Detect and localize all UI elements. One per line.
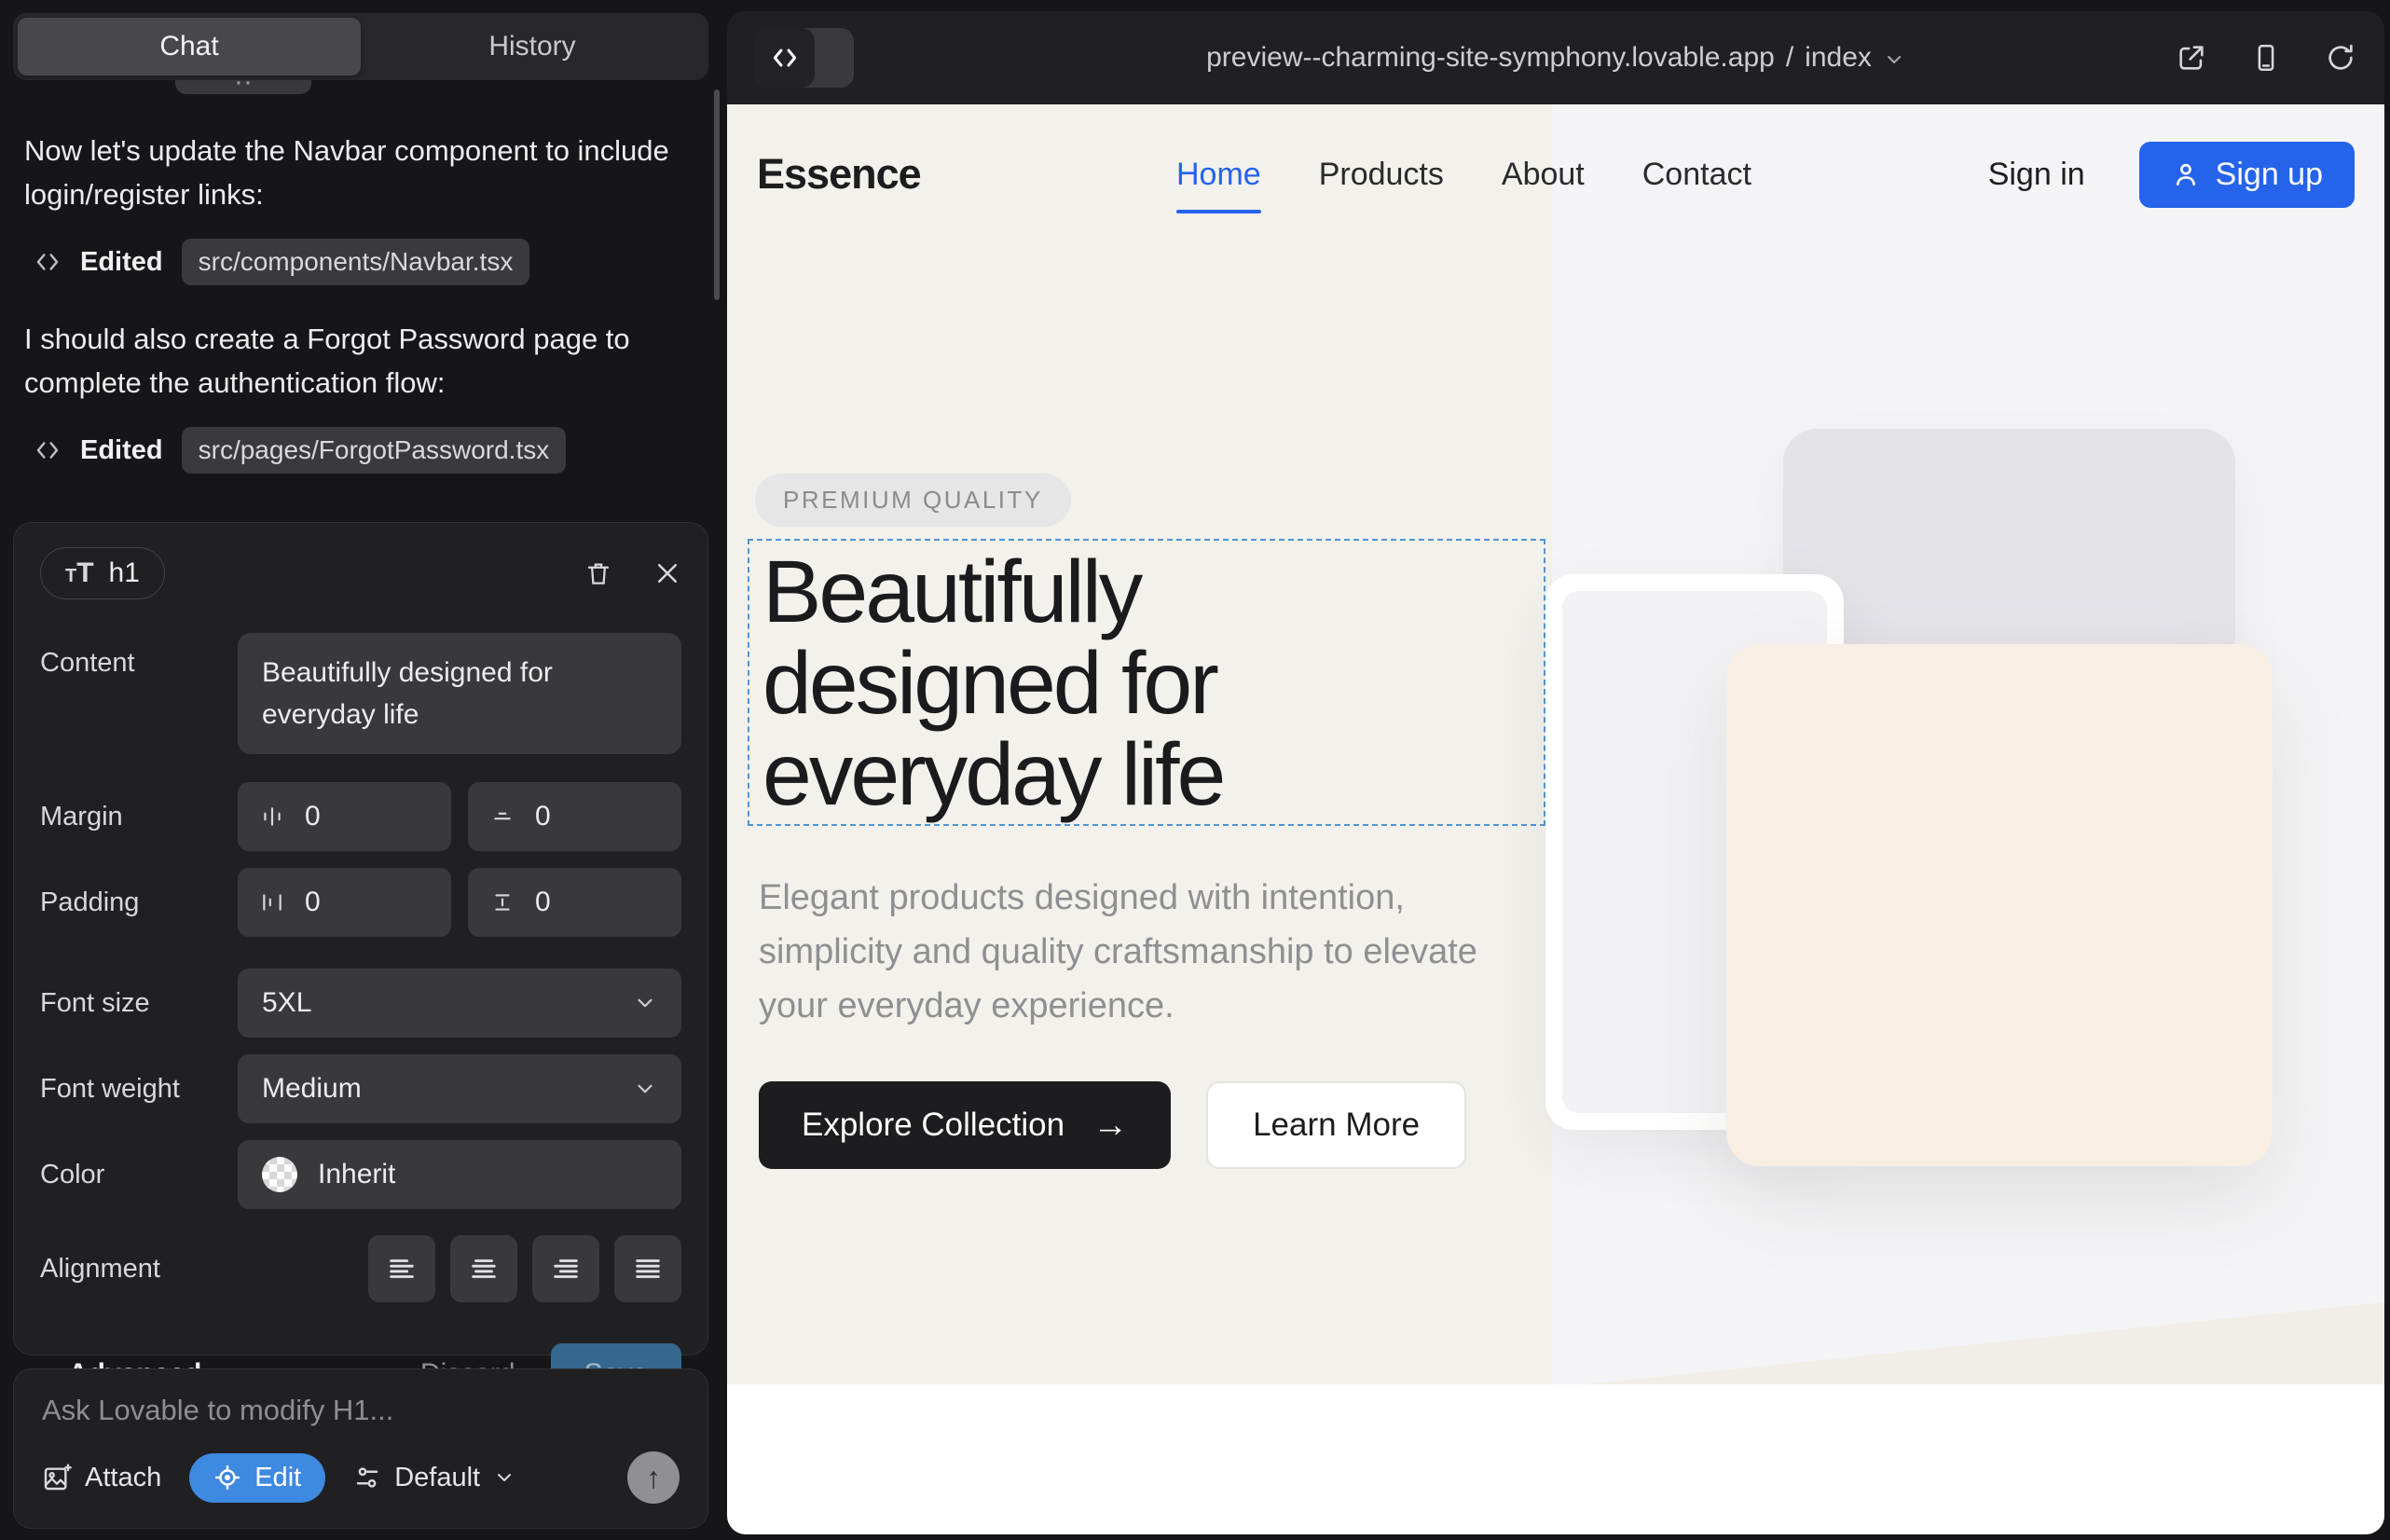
premium-quality-badge: PREMIUM QUALITY (755, 474, 1071, 527)
font-weight-select[interactable]: Medium (238, 1054, 681, 1123)
file-chip[interactable]: src/pages/ForgotPassword.tsx (182, 427, 567, 474)
nav-link-contact[interactable]: Contact (1642, 157, 1751, 193)
external-link-icon (2176, 42, 2207, 74)
mode-select[interactable]: Default (353, 1463, 515, 1493)
site-header: Essence Home Products About Contact Sign… (727, 104, 2384, 244)
align-center-icon (468, 1253, 500, 1285)
preview-url: preview--charming-site-symphony.lovable.… (1206, 42, 1775, 74)
tab-chat[interactable]: Chat (18, 18, 361, 76)
type-icon: TT (65, 557, 94, 589)
content-label: Content (40, 648, 238, 679)
margin-x-input[interactable]: 0 (238, 782, 451, 851)
align-justify-icon (632, 1253, 664, 1285)
padding-y-input[interactable]: 0 (468, 868, 681, 937)
align-left-button[interactable] (368, 1235, 435, 1302)
tab-history[interactable]: History (361, 18, 704, 76)
open-in-new-tab-button[interactable] (2176, 42, 2207, 74)
edited-label: Edited (80, 435, 163, 466)
mobile-icon (2250, 42, 2282, 74)
nav-link-home[interactable]: Home (1176, 157, 1261, 193)
user-icon (2171, 159, 2201, 189)
edited-label: Edited (80, 247, 163, 278)
alignment-label: Alignment (40, 1254, 238, 1285)
color-swatch (262, 1157, 297, 1192)
element-tag-label: h1 (109, 557, 140, 589)
site-nav: Home Products About Contact (1176, 157, 1751, 193)
attach-image-icon (42, 1463, 72, 1492)
learn-more-button[interactable]: Learn More (1206, 1081, 1466, 1169)
refresh-button[interactable] (2325, 42, 2356, 74)
url-bar[interactable]: preview--charming-site-symphony.lovable.… (1206, 42, 1905, 74)
align-right-icon (550, 1253, 582, 1285)
content-input[interactable]: Beautifully designed for everyday life (238, 633, 681, 754)
chevron-down-icon (1883, 48, 1905, 71)
margin-y-icon (490, 804, 515, 829)
explore-collection-button[interactable]: Explore Collection → (759, 1081, 1171, 1169)
target-icon (213, 1464, 241, 1492)
font-size-select[interactable]: 5XL (238, 969, 681, 1038)
delete-element-button[interactable] (584, 558, 612, 588)
code-icon (34, 248, 62, 276)
selected-element-tag[interactable]: TT h1 (40, 547, 165, 599)
composer-input[interactable]: Ask Lovable to modify H1... (42, 1394, 680, 1427)
chat-composer[interactable]: Ask Lovable to modify H1... Attach Edit … (13, 1368, 708, 1529)
url-separator: / (1786, 42, 1793, 74)
padding-label: Padding (40, 887, 238, 918)
edited-file-row[interactable]: Edited src/pages/ForgotPassword.tsx (34, 427, 566, 474)
code-icon (34, 436, 62, 464)
preview-page: index (1805, 42, 1872, 74)
arrow-right-icon: → (1092, 1106, 1128, 1146)
align-justify-button[interactable] (614, 1235, 681, 1302)
color-select[interactable]: Inherit (238, 1140, 681, 1209)
site-logo[interactable]: Essence (757, 150, 921, 199)
sign-in-link[interactable]: Sign in (1988, 157, 2085, 193)
preview-browser: preview--charming-site-symphony.lovable.… (727, 11, 2384, 1534)
align-left-icon (386, 1253, 418, 1285)
padding-y-icon (490, 890, 515, 914)
mobile-view-button[interactable] (2250, 42, 2282, 74)
hero-description: Elegant products designed with intention… (759, 871, 1532, 1033)
chevron-down-icon (633, 1077, 657, 1101)
font-size-label: Font size (40, 988, 238, 1019)
code-icon (755, 28, 815, 88)
color-label: Color (40, 1160, 238, 1190)
file-chip[interactable]: src/components/Navbar.tsx (182, 239, 530, 285)
browser-toolbar: preview--charming-site-symphony.lovable.… (727, 11, 2384, 104)
attach-button[interactable]: Attach (42, 1463, 161, 1493)
padding-x-input[interactable]: 0 (238, 868, 451, 937)
chat-sidebar: Chat History ·· Now let's update the Nav… (0, 0, 727, 1540)
chevron-down-icon (633, 991, 657, 1015)
margin-label: Margin (40, 802, 238, 832)
site-viewport: Essence Home Products About Contact Sign… (727, 104, 2384, 1534)
refresh-icon (2325, 42, 2356, 74)
code-preview-toggle[interactable] (755, 28, 854, 88)
edit-mode-button[interactable]: Edit (189, 1453, 325, 1503)
align-right-button[interactable] (532, 1235, 599, 1302)
chevron-down-icon (493, 1466, 515, 1489)
send-button[interactable]: ↑ (627, 1451, 680, 1504)
assistant-message: I should also create a Forgot Password p… (24, 317, 686, 405)
font-weight-label: Font weight (40, 1074, 238, 1105)
sign-up-button[interactable]: Sign up (2139, 142, 2355, 208)
product-placeholder-card (1726, 644, 2273, 1166)
chat-scrollbar[interactable] (714, 89, 720, 300)
clipped-chip: ·· (175, 80, 311, 94)
padding-x-icon (260, 890, 284, 914)
align-center-button[interactable] (450, 1235, 517, 1302)
edited-file-row[interactable]: Edited src/components/Navbar.tsx (34, 239, 529, 285)
close-editor-button[interactable] (653, 559, 681, 587)
assistant-message: Now let's update the Navbar component to… (24, 129, 686, 216)
chat-history-tabbar: Chat History (13, 13, 708, 80)
margin-x-icon (260, 804, 284, 829)
sliders-icon (353, 1464, 381, 1492)
hero-headline[interactable]: Beautifully designed for everyday life (762, 546, 1396, 820)
margin-y-input[interactable]: 0 (468, 782, 681, 851)
hero-cta-row: Explore Collection → Learn More (759, 1081, 1466, 1169)
element-editor-panel: TT h1 Content Beautifully designed for e… (13, 522, 708, 1355)
nav-link-about[interactable]: About (1502, 157, 1585, 193)
nav-link-products[interactable]: Products (1319, 157, 1444, 193)
